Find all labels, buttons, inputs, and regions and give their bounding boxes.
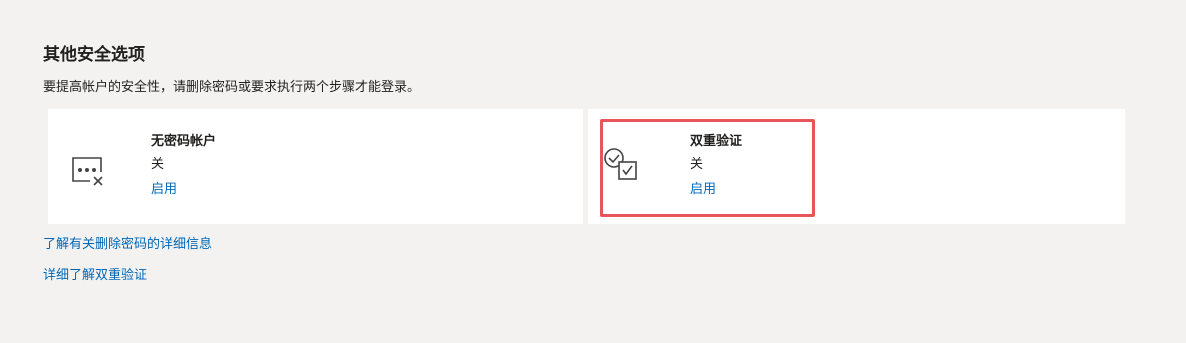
passwordless-account-card — [48, 109, 583, 224]
two-step-verification-icon — [602, 146, 642, 188]
learn-remove-password-link[interactable]: 了解有关删除密码的详细信息 — [43, 235, 212, 255]
learn-two-step-link[interactable]: 详细了解双重验证 — [43, 266, 147, 286]
two-step-verification-card — [588, 109, 1125, 224]
two-step-enable-link[interactable]: 启用 — [690, 181, 716, 199]
two-step-status: 关 — [690, 157, 704, 172]
section-title: 其他安全选项 — [43, 45, 145, 65]
passwordless-icon — [70, 155, 106, 193]
passwordless-status: 关 — [151, 157, 165, 172]
two-step-title: 双重验证 — [690, 134, 743, 149]
passwordless-title: 无密码帐户 — [151, 134, 217, 149]
section-description: 要提高帐户的安全性，请删除密码或要求执行两个步骤才能登录。 — [43, 80, 421, 95]
passwordless-enable-link[interactable]: 启用 — [151, 181, 177, 199]
